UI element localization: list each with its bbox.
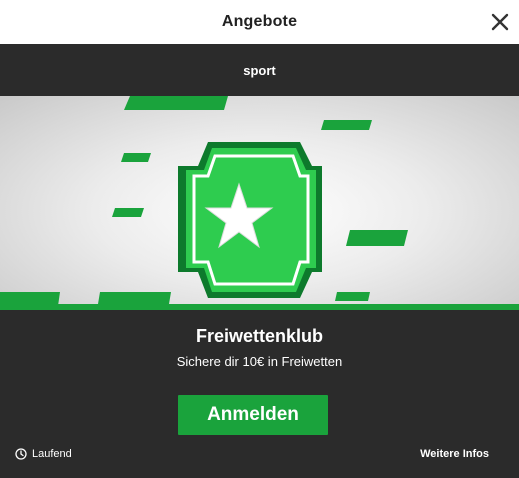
category-tabbar: sport <box>0 44 519 96</box>
close-icon <box>491 13 509 31</box>
page-title: Angebote <box>221 13 298 30</box>
promo-banner-image <box>0 96 519 306</box>
status-label: Laufend <box>32 448 72 460</box>
close-button[interactable] <box>487 9 513 35</box>
header-bar: Angebote <box>0 0 519 44</box>
banner-accent-line <box>0 304 519 310</box>
ticket-star-icon <box>0 96 408 306</box>
promo-subtitle: Sichere dir 10€ in Freiwetten <box>176 354 343 369</box>
more-info-link[interactable]: Weitere Infos <box>420 448 489 460</box>
register-button[interactable]: Anmelden <box>178 395 328 435</box>
tab-sport[interactable]: sport <box>243 63 276 78</box>
clock-icon <box>15 448 27 460</box>
promo-title: Freiwettenklub <box>195 326 324 346</box>
status-indicator: Laufend <box>15 448 72 460</box>
